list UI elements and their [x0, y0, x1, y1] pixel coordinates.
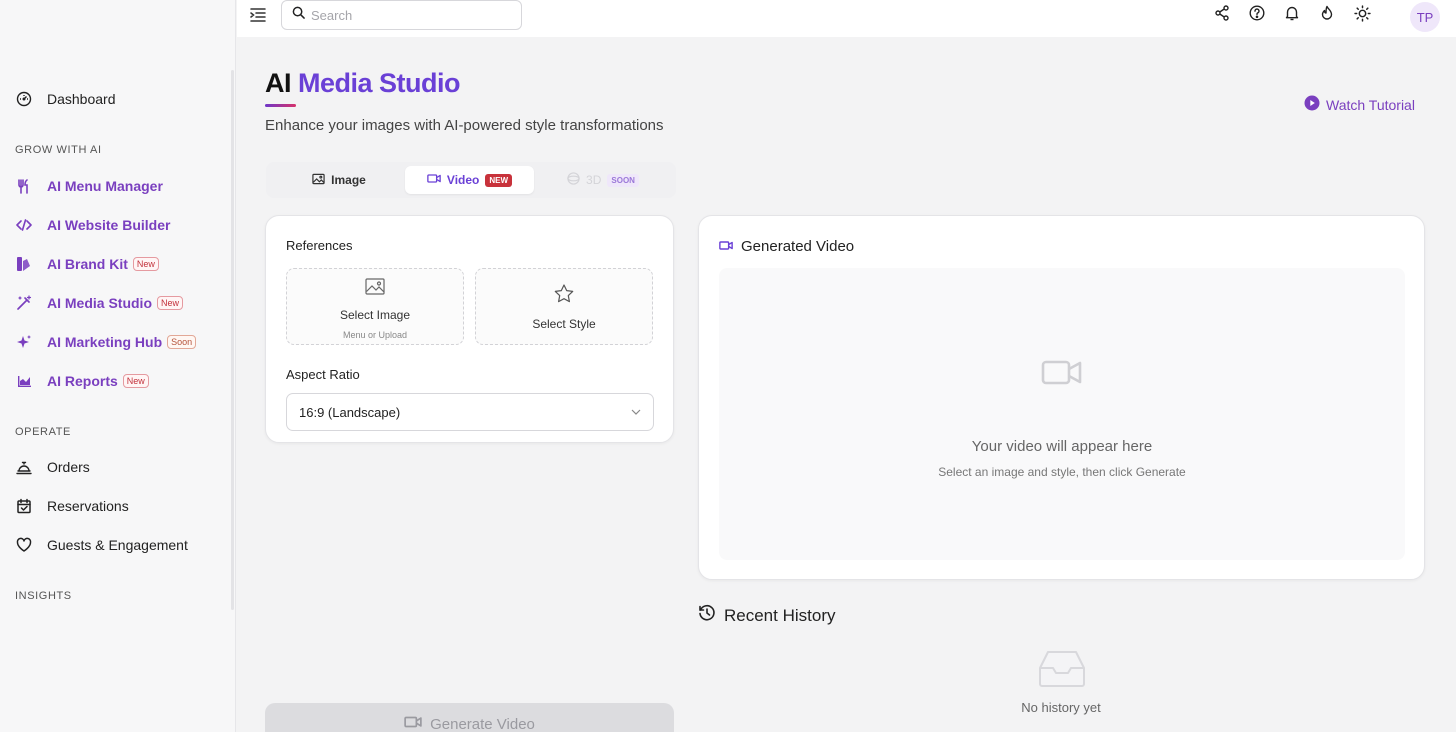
sun-icon[interactable]	[1354, 5, 1372, 23]
bell-service-icon	[15, 458, 33, 476]
video-preview-area: Your video will appear here Select an im…	[719, 268, 1405, 560]
area-chart-icon	[15, 372, 33, 390]
sidebar-item-ai-website-builder[interactable]: AI Website Builder	[15, 214, 170, 236]
soon-badge: SOON	[607, 173, 639, 187]
sidebar-item-label: Reservations	[47, 498, 129, 514]
generate-video-button[interactable]: Generate Video	[265, 703, 674, 732]
avatar[interactable]: TP	[1410, 2, 1440, 32]
watch-tutorial-link[interactable]: Watch Tutorial	[1304, 95, 1415, 114]
chevron-down-icon	[631, 404, 641, 419]
sidebar-item-label: AI Brand Kit	[47, 256, 128, 272]
tab-label: Video	[446, 173, 480, 187]
page-title-highlight: Media Studio	[298, 68, 461, 98]
page-title-prefix: AI	[265, 68, 292, 98]
aspect-ratio-select[interactable]: 16:9 (Landscape)	[286, 393, 654, 431]
sidebar-item-label: AI Media Studio	[47, 295, 152, 311]
sidebar: Dashboard GROW WITH AI AI Menu Manager A…	[0, 0, 236, 732]
sidebar-item-label: AI Reports	[47, 373, 118, 389]
tab-video[interactable]: Video NEW	[405, 166, 534, 194]
section-label-operate: OPERATE	[15, 426, 71, 438]
select-image-label: Select Image	[339, 308, 411, 322]
generated-video-title: Generated Video	[741, 238, 855, 255]
page-subtitle: Enhance your images with AI-powered styl…	[265, 117, 664, 134]
title-underline	[265, 104, 296, 107]
flame-icon[interactable]	[1319, 5, 1337, 23]
code-icon	[15, 216, 33, 234]
select-image-button[interactable]: Select Image Menu or Upload	[286, 268, 464, 345]
history-empty-state: No history yet	[1021, 700, 1101, 715]
sidebar-item-label: AI Menu Manager	[47, 178, 163, 194]
sidebar-item-ai-menu-manager[interactable]: AI Menu Manager	[15, 175, 163, 197]
share-icon[interactable]	[1214, 5, 1232, 23]
sidebar-item-ai-media-studio[interactable]: AI Media Studio New	[15, 292, 184, 314]
aspect-ratio-value: 16:9 (Landscape)	[299, 404, 401, 420]
section-label-grow: GROW WITH AI	[15, 144, 102, 156]
generated-video-card: Generated Video Your video will appear h…	[698, 215, 1425, 580]
watch-tutorial-label: Watch Tutorial	[1326, 96, 1415, 113]
empty-state-hint: Select an image and style, then click Ge…	[938, 465, 1186, 479]
soon-badge: Soon	[167, 335, 197, 349]
video-camera-icon	[404, 715, 422, 732]
gauge-icon	[15, 90, 33, 108]
tab-label: Image	[331, 173, 366, 187]
video-camera-icon	[719, 238, 733, 255]
heart-icon	[15, 536, 33, 554]
select-style-label: Select Style	[532, 317, 596, 331]
new-badge: New	[122, 374, 149, 388]
inbox-icon	[1038, 650, 1086, 693]
generated-video-header: Generated Video	[719, 238, 854, 255]
recent-history-title: Recent History	[724, 605, 836, 625]
sidebar-item-ai-brand-kit[interactable]: AI Brand Kit New	[15, 253, 159, 275]
settings-card: References Select Image Menu or Upload S…	[265, 215, 674, 443]
menu-toggle-icon[interactable]	[249, 6, 267, 24]
tab-image[interactable]: Image	[274, 166, 404, 194]
magic-wand-icon	[15, 294, 33, 312]
sidebar-item-label: Guests & Engagement	[47, 537, 188, 553]
utensils-icon	[15, 177, 33, 195]
sidebar-item-label: Orders	[47, 459, 90, 475]
sparkles-icon	[15, 333, 33, 351]
sidebar-item-reservations[interactable]: Reservations	[15, 495, 129, 517]
star-icon	[554, 284, 574, 308]
palette-icon	[15, 255, 33, 273]
new-badge: New	[132, 257, 159, 271]
search-input[interactable]	[311, 7, 501, 23]
empty-state-title: Your video will appear here	[971, 438, 1153, 455]
search-icon	[292, 6, 305, 24]
video-camera-icon	[1041, 356, 1083, 393]
section-label-insights: INSIGHTS	[15, 590, 72, 602]
sidebar-item-label: Dashboard	[47, 91, 116, 107]
sidebar-item-guests-engagement[interactable]: Guests & Engagement	[15, 534, 188, 556]
new-badge: New	[157, 296, 184, 310]
top-bar: TP	[237, 0, 1456, 37]
sidebar-item-ai-marketing-hub[interactable]: AI Marketing Hub Soon	[15, 331, 197, 353]
sidebar-item-orders[interactable]: Orders	[15, 456, 90, 478]
video-camera-icon	[427, 173, 441, 187]
bell-icon[interactable]	[1284, 5, 1302, 23]
tab-label: 3D	[586, 173, 602, 187]
aspect-ratio-label: Aspect Ratio	[286, 367, 360, 382]
sidebar-item-dashboard[interactable]: Dashboard	[15, 88, 116, 110]
sidebar-item-label: AI Marketing Hub	[47, 334, 163, 350]
media-type-tabs: Image Video NEW 3D SOON	[266, 162, 676, 198]
image-icon	[365, 278, 385, 300]
sidebar-item-ai-reports[interactable]: AI Reports New	[15, 370, 149, 392]
recent-history-header: Recent History	[698, 604, 835, 627]
new-badge: NEW	[485, 173, 513, 187]
calendar-check-icon	[15, 497, 33, 515]
tab-3d[interactable]: 3D SOON	[538, 166, 668, 194]
select-style-button[interactable]: Select Style	[475, 268, 653, 345]
cube-icon	[567, 172, 580, 188]
references-label: References	[286, 238, 353, 253]
history-clock-icon	[698, 604, 716, 627]
sidebar-scrollbar[interactable]	[231, 70, 234, 610]
sidebar-item-label: AI Website Builder	[47, 217, 171, 233]
generate-video-label: Generate Video	[430, 715, 535, 732]
page-title: AI Media Studio	[265, 68, 461, 99]
help-icon[interactable]	[1249, 5, 1267, 23]
play-icon	[1304, 95, 1320, 114]
search-box[interactable]	[281, 0, 522, 30]
image-icon	[312, 173, 325, 188]
select-image-hint: Menu or Upload	[342, 330, 408, 340]
